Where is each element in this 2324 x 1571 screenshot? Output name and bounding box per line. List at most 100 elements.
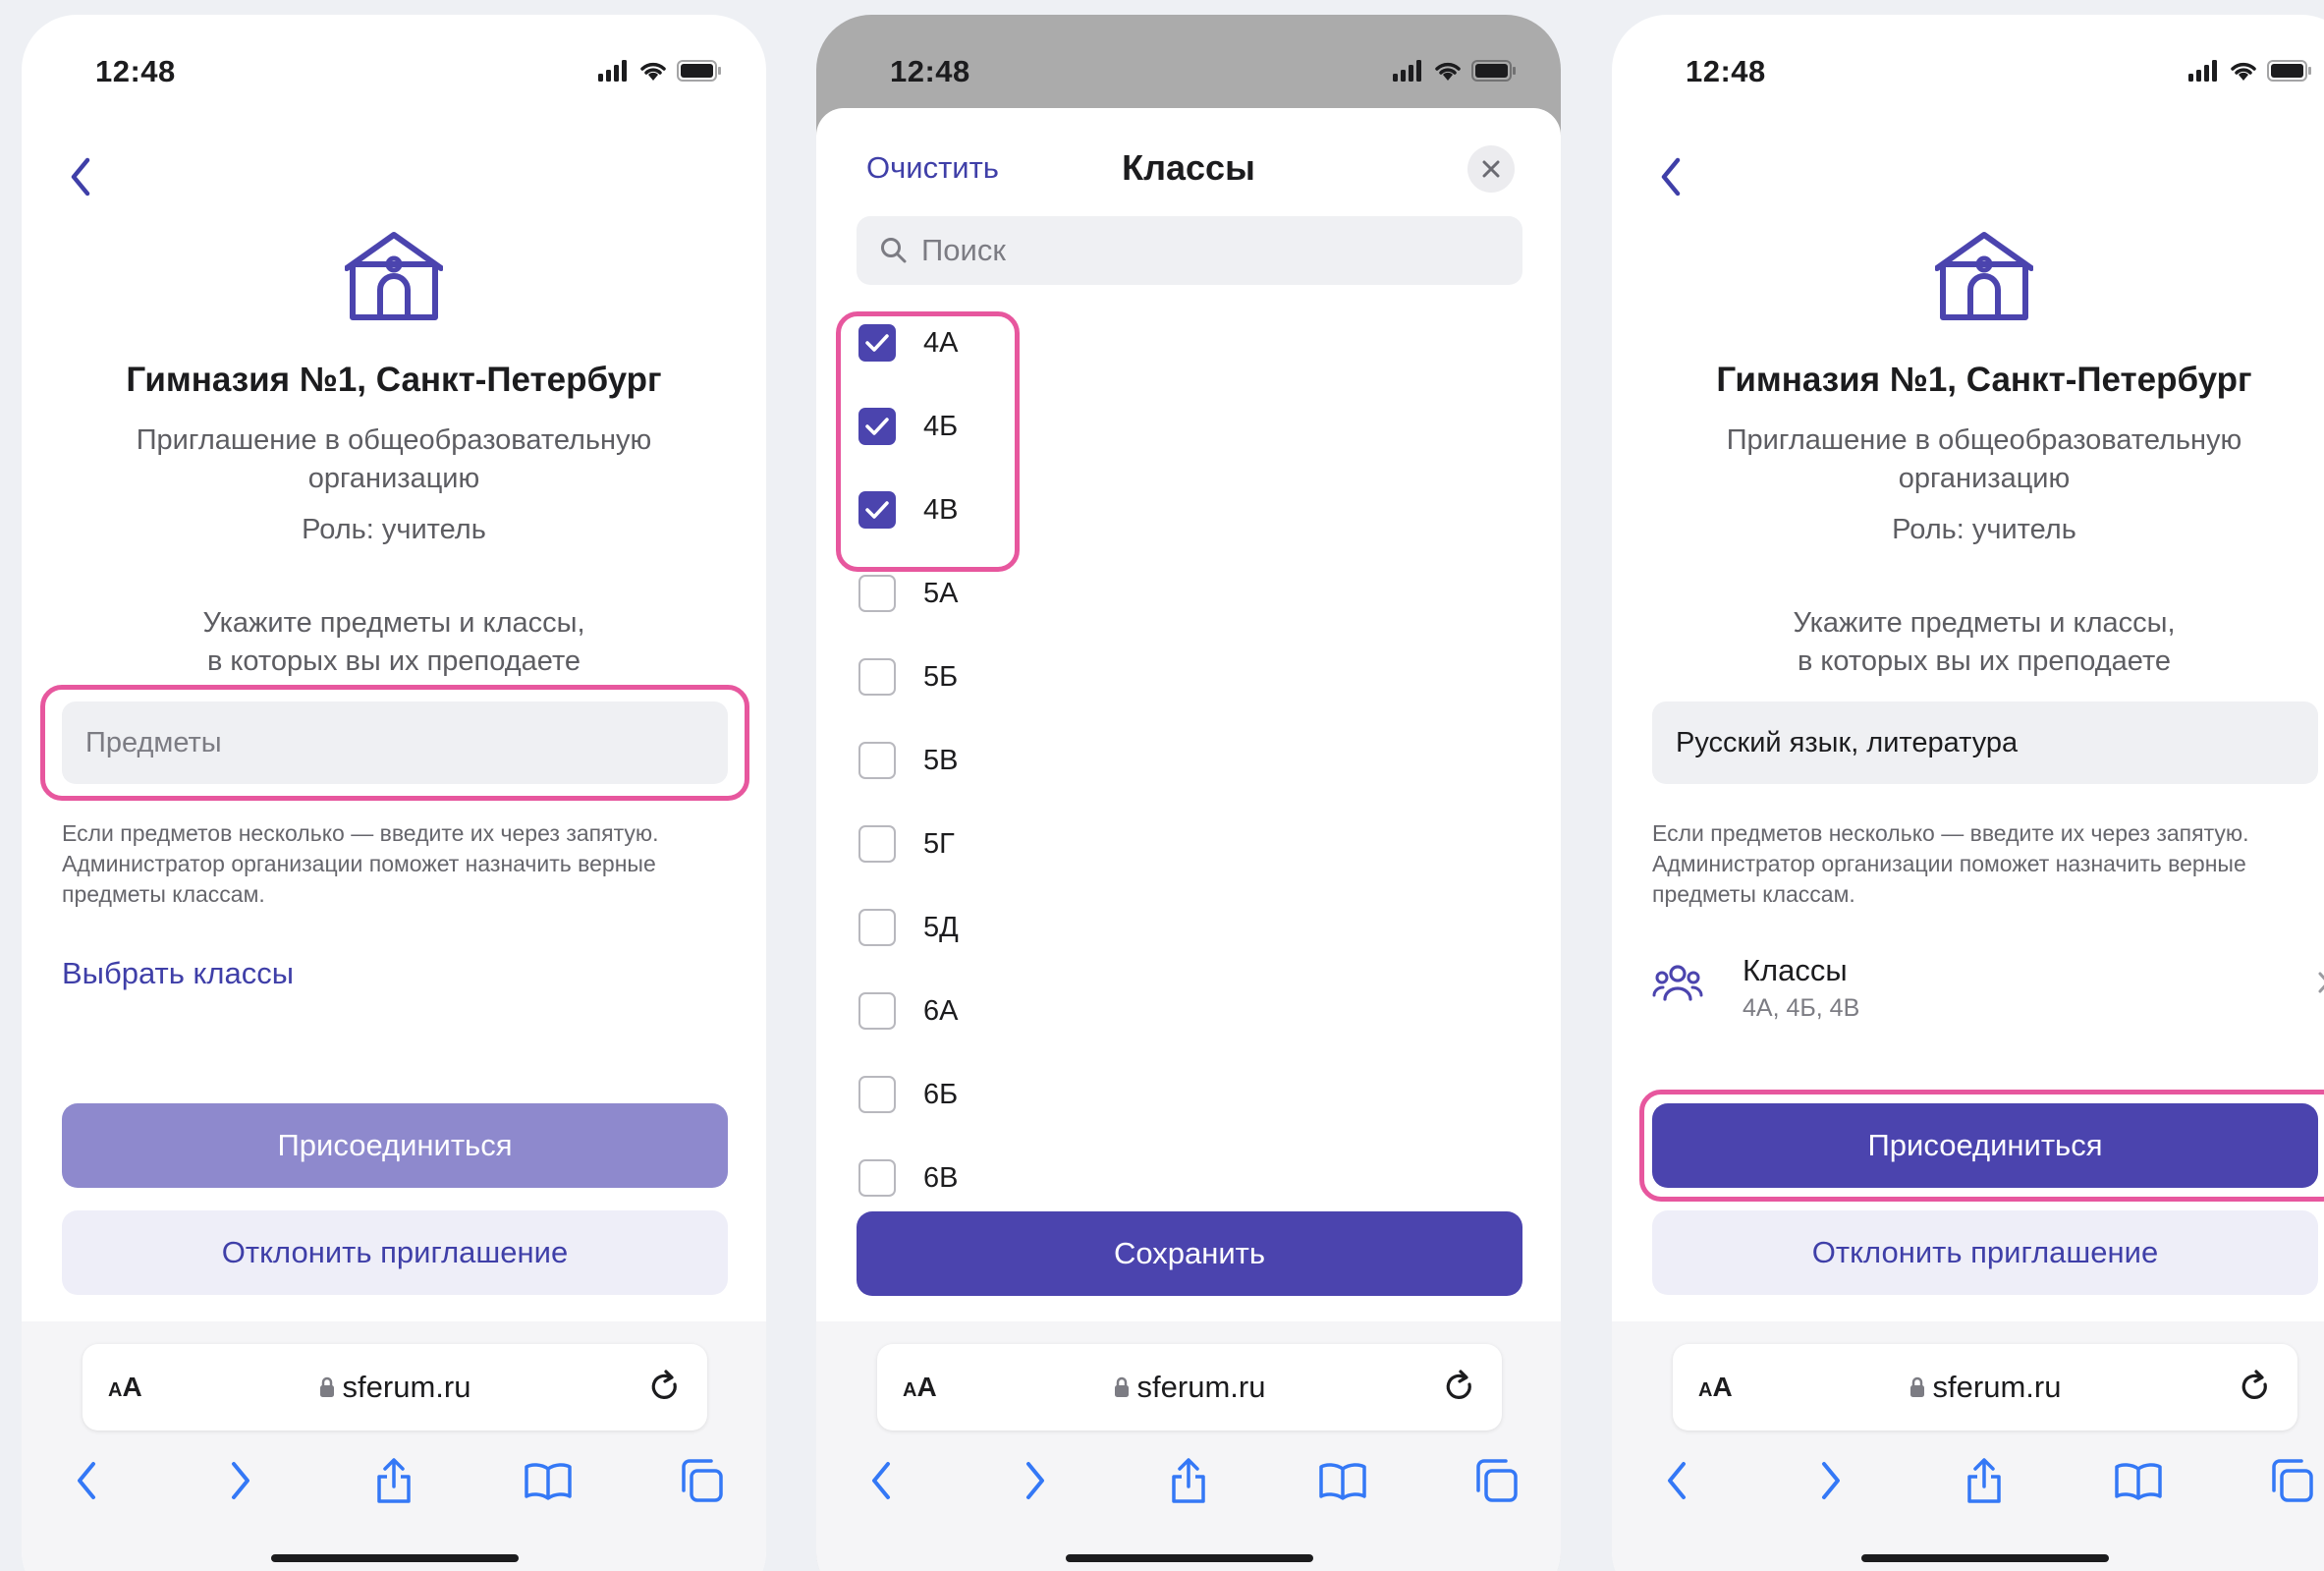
tabs-icon[interactable] — [1466, 1451, 1525, 1510]
school-title: Гимназия №1, Санкт-Петербург — [1716, 361, 2252, 399]
address-bar[interactable]: AA sferum.ru — [877, 1344, 1502, 1431]
prompt-line-1: Укажите предметы и классы, — [202, 607, 585, 639]
status-icons — [598, 60, 722, 82]
browser-back-icon[interactable] — [1647, 1451, 1706, 1510]
close-button[interactable] — [1467, 145, 1515, 193]
checkbox-icon[interactable] — [858, 992, 896, 1030]
status-bar: 12:48 — [22, 15, 766, 123]
url-text: sferum.ru — [1932, 1370, 2062, 1404]
search-placeholder: Поиск — [921, 233, 1006, 267]
bookmarks-icon[interactable] — [2109, 1451, 2168, 1510]
decline-button[interactable]: Отклонить приглашение — [62, 1210, 728, 1295]
browser-back-icon[interactable] — [852, 1451, 911, 1510]
browser-forward-icon[interactable] — [1006, 1451, 1065, 1510]
phone-screen-filled: 12:48 Гимназия №1, Санкт-Петербург Пригл… — [1612, 15, 2324, 1571]
browser-toolbar — [57, 1451, 731, 1510]
search-input[interactable]: Поиск — [857, 216, 1522, 285]
join-button[interactable]: Присоединиться — [62, 1103, 728, 1188]
bookmarks-icon[interactable] — [1313, 1451, 1372, 1510]
back-chevron-icon — [1661, 157, 1681, 196]
home-indicator — [1861, 1554, 2109, 1562]
tabs-icon[interactable] — [2262, 1451, 2321, 1510]
home-indicator — [271, 1554, 519, 1562]
address-bar[interactable]: AA sferum.ru — [1673, 1344, 2297, 1431]
class-item[interactable]: 5Г — [858, 814, 955, 873]
status-time: 12:48 — [890, 54, 970, 88]
address-bar[interactable]: AA sferum.ru — [83, 1344, 707, 1431]
url-text: sferum.ru — [342, 1370, 471, 1404]
reload-icon[interactable] — [648, 1370, 682, 1405]
choose-classes-link[interactable]: Выбрать классы — [62, 956, 294, 991]
share-icon[interactable] — [1955, 1451, 2014, 1510]
bookmarks-icon[interactable] — [519, 1451, 578, 1510]
browser-forward-icon[interactable] — [211, 1451, 270, 1510]
checkbox-icon[interactable] — [858, 658, 896, 696]
class-item[interactable]: 5В — [858, 731, 958, 790]
status-icons — [1393, 60, 1517, 82]
share-icon[interactable] — [1159, 1451, 1218, 1510]
subjects-prompt: Укажите предметы и классы, в которых вы … — [1671, 604, 2297, 681]
reload-icon[interactable] — [1443, 1370, 1476, 1405]
class-label: 6А — [923, 994, 959, 1027]
checkbox-icon[interactable] — [858, 1076, 896, 1113]
url-display[interactable]: sferum.ru — [83, 1370, 707, 1405]
browser-chrome: AA sferum.ru — [1612, 1321, 2324, 1571]
classes-selector[interactable]: Классы 4А, 4Б, 4В — [1652, 943, 2324, 1022]
lock-icon — [1114, 1376, 1129, 1397]
school-icon — [1935, 232, 2033, 320]
school-icon — [345, 232, 443, 320]
subjects-input[interactable]: Русский язык, литература — [1652, 701, 2318, 784]
status-time: 12:48 — [1686, 54, 1766, 88]
back-chevron-icon — [71, 157, 90, 196]
subjects-hint: Если предметов несколько — введите их че… — [1652, 820, 2249, 907]
role-text: Роль: учитель — [1892, 514, 2076, 545]
wifi-icon — [2231, 62, 2256, 81]
browser-toolbar — [1647, 1451, 2321, 1510]
subjects-highlight — [40, 685, 749, 801]
phone-screen-invite: 12:48 Гимназия №1, Санкт-Петербург Пригл… — [22, 15, 766, 1571]
class-item[interactable]: 6А — [858, 982, 958, 1040]
status-time: 12:48 — [95, 54, 176, 88]
browser-back-icon[interactable] — [57, 1451, 116, 1510]
checkbox-icon[interactable] — [858, 742, 896, 779]
browser-forward-icon[interactable] — [1801, 1451, 1860, 1510]
class-item[interactable]: 6В — [858, 1149, 958, 1207]
save-button[interactable]: Сохранить — [857, 1211, 1522, 1296]
invite-subtitle: Приглашение в общеобразовательную органи… — [1726, 424, 2242, 494]
classes-label: Классы — [1743, 953, 1848, 987]
close-icon — [1482, 160, 1500, 178]
signal-icon — [598, 60, 627, 82]
class-item[interactable]: 5Д — [858, 898, 959, 957]
class-label: 5Д — [923, 911, 959, 943]
class-item[interactable]: 6Б — [858, 1065, 958, 1124]
sheet-title: Классы — [1122, 147, 1255, 188]
class-item[interactable]: 5Б — [858, 647, 958, 706]
class-item[interactable]: 5А — [858, 564, 958, 623]
checkbox-icon[interactable] — [858, 825, 896, 863]
checkbox-icon[interactable] — [858, 909, 896, 946]
tabs-icon[interactable] — [672, 1451, 731, 1510]
share-icon[interactable] — [364, 1451, 423, 1510]
classes-sheet: Очистить Классы Поиск 4А 4Б 4В 5А 5Б 5В … — [816, 108, 1561, 1571]
wifi-icon — [640, 62, 666, 81]
selected-classes-highlight — [836, 311, 1020, 572]
reload-icon[interactable] — [2239, 1370, 2272, 1405]
class-label: 6Б — [923, 1078, 959, 1110]
decline-button[interactable]: Отклонить приглашение — [1652, 1210, 2318, 1295]
back-button[interactable] — [1643, 138, 1698, 216]
prompt-line-2: в которых вы их преподаете — [206, 645, 581, 677]
battery-icon — [677, 60, 721, 82]
class-label: 5Б — [923, 660, 959, 693]
prompt-line-2: в которых вы их преподаете — [1797, 645, 2172, 677]
status-bar: 12:48 — [816, 15, 1561, 123]
url-display[interactable]: sferum.ru — [877, 1370, 1502, 1405]
classes-value: 4А, 4Б, 4В — [1743, 994, 1860, 1022]
checkbox-icon[interactable] — [858, 1159, 896, 1197]
role-text: Роль: учитель — [302, 514, 486, 545]
phone-screen-class-picker: 12:48 Очистить Классы Поиск 4А 4Б 4В 5А … — [816, 15, 1561, 1571]
back-button[interactable] — [53, 138, 108, 216]
battery-icon — [1471, 60, 1516, 82]
checkbox-icon[interactable] — [858, 575, 896, 612]
class-label: 5Г — [923, 827, 955, 860]
url-display[interactable]: sferum.ru — [1673, 1370, 2297, 1405]
